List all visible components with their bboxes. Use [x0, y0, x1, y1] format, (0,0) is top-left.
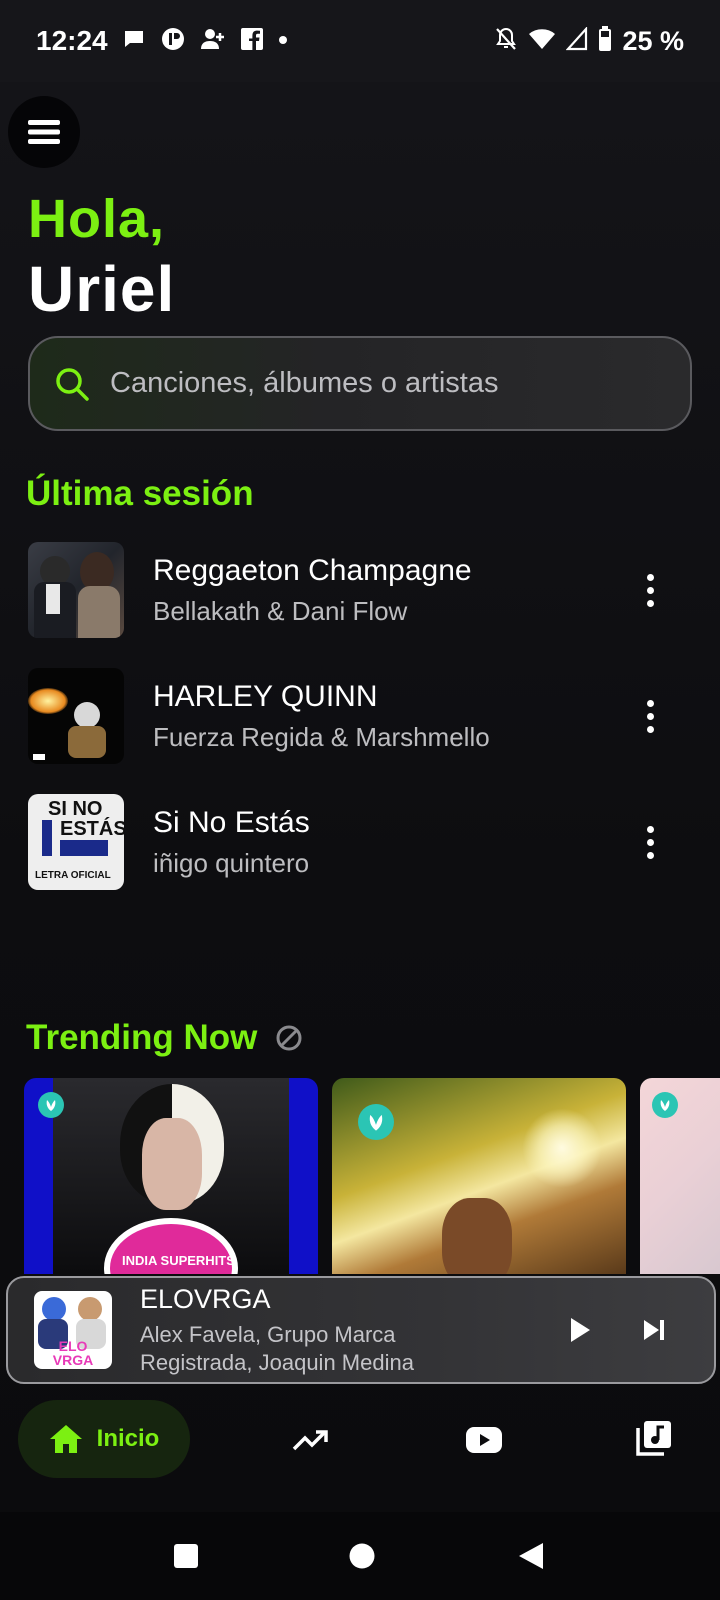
- greeting-name: Uriel: [28, 253, 176, 325]
- home-icon: [49, 1425, 82, 1453]
- song-artist: iñigo quintero: [153, 847, 310, 878]
- cover-text: ESTÁS: [60, 818, 124, 840]
- menu-button[interactable]: [8, 96, 80, 168]
- cover-text: LETRA OFICIAL: [35, 870, 111, 881]
- song-title: Si No Estás: [153, 805, 310, 839]
- song-title: HARLEY QUINN: [153, 679, 378, 713]
- song-row[interactable]: SI NO ESTÁS LETRA OFICIAL Si No Estás iñ…: [28, 794, 700, 890]
- more-options-icon[interactable]: [630, 812, 670, 872]
- song-title: Reggaeton Champagne: [153, 553, 472, 587]
- battery-percent: 25 %: [622, 25, 684, 56]
- chat-icon: [122, 27, 146, 56]
- trending-card[interactable]: [332, 1078, 626, 1274]
- skip-next-button[interactable]: [632, 1308, 676, 1352]
- player-title: ELOVRGA: [140, 1283, 271, 1314]
- vpn-icon: [160, 26, 186, 57]
- home-button[interactable]: [348, 1542, 376, 1570]
- last-session-title: Última sesión: [26, 474, 254, 513]
- player-cover: ELO VRGA: [34, 1291, 112, 1369]
- wifi-icon: [528, 27, 556, 56]
- signal-icon: [565, 25, 588, 56]
- bottom-nav: Inicio: [0, 1396, 720, 1484]
- saavn-icon: [652, 1092, 678, 1118]
- square-icon: [174, 1544, 198, 1568]
- youtube-icon: [466, 1427, 502, 1453]
- song-artist: Bellakath & Dani Flow: [153, 595, 408, 626]
- trending-card[interactable]: [640, 1078, 720, 1274]
- trending-card[interactable]: INDIA SUPERHITS: [24, 1078, 318, 1274]
- nav-videos[interactable]: [462, 1418, 506, 1462]
- mini-player[interactable]: ELO VRGA ELOVRGA Alex Favela, Grupo Marc…: [6, 1276, 716, 1384]
- trending-header: Trending Now: [26, 1018, 303, 1058]
- play-button[interactable]: [558, 1308, 602, 1352]
- status-bar: 12:24 25 %: [0, 0, 720, 82]
- card-text: INDIA SUPERHITS: [122, 1253, 235, 1268]
- hamburger-icon: [28, 120, 60, 144]
- play-icon: [571, 1318, 590, 1342]
- status-time: 12:24: [36, 25, 108, 56]
- nav-trending[interactable]: [290, 1420, 330, 1460]
- more-options-icon[interactable]: [630, 560, 670, 620]
- add-contact-icon: [200, 27, 226, 56]
- song-cover: [28, 542, 124, 638]
- saavn-icon: [358, 1104, 394, 1140]
- cover-text: ELO VRGA: [52, 1338, 94, 1368]
- song-cover: SI NO ESTÁS LETRA OFICIAL: [28, 794, 124, 890]
- nav-home[interactable]: Inicio: [18, 1400, 190, 1478]
- dot-icon: [278, 32, 288, 50]
- library-music-icon: [636, 1421, 671, 1456]
- song-row[interactable]: HARLEY QUINN Fuerza Regida & Marshmello: [28, 668, 700, 764]
- song-artist: Fuerza Regida & Marshmello: [153, 721, 490, 752]
- nav-home-label: Inicio: [96, 1425, 160, 1452]
- recents-button[interactable]: [172, 1542, 200, 1570]
- song-cover: [28, 668, 124, 764]
- search-icon: [56, 367, 89, 401]
- back-button[interactable]: [516, 1540, 548, 1572]
- block-icon[interactable]: [275, 1024, 303, 1052]
- saavn-icon: [38, 1092, 64, 1118]
- system-nav-bar: [0, 1512, 720, 1600]
- nav-library[interactable]: [632, 1416, 676, 1460]
- more-options-icon[interactable]: [630, 686, 670, 746]
- search-input[interactable]: [110, 367, 650, 400]
- back-triangle-icon: [519, 1543, 543, 1569]
- greeting-hello: Hola,: [28, 189, 166, 249]
- facebook-icon: [240, 27, 264, 56]
- circle-icon: [349, 1543, 375, 1569]
- search-bar[interactable]: [28, 336, 692, 431]
- mute-bell-icon: [494, 26, 518, 57]
- battery-icon: [598, 25, 612, 57]
- player-artist: Alex Favela, Grupo Marca Registrada, Joa…: [140, 1321, 414, 1375]
- song-row[interactable]: Reggaeton Champagne Bellakath & Dani Flo…: [28, 542, 700, 638]
- skip-next-icon: [644, 1320, 664, 1340]
- trending-title: Trending Now: [26, 1018, 258, 1057]
- trending-up-icon: [292, 1430, 328, 1451]
